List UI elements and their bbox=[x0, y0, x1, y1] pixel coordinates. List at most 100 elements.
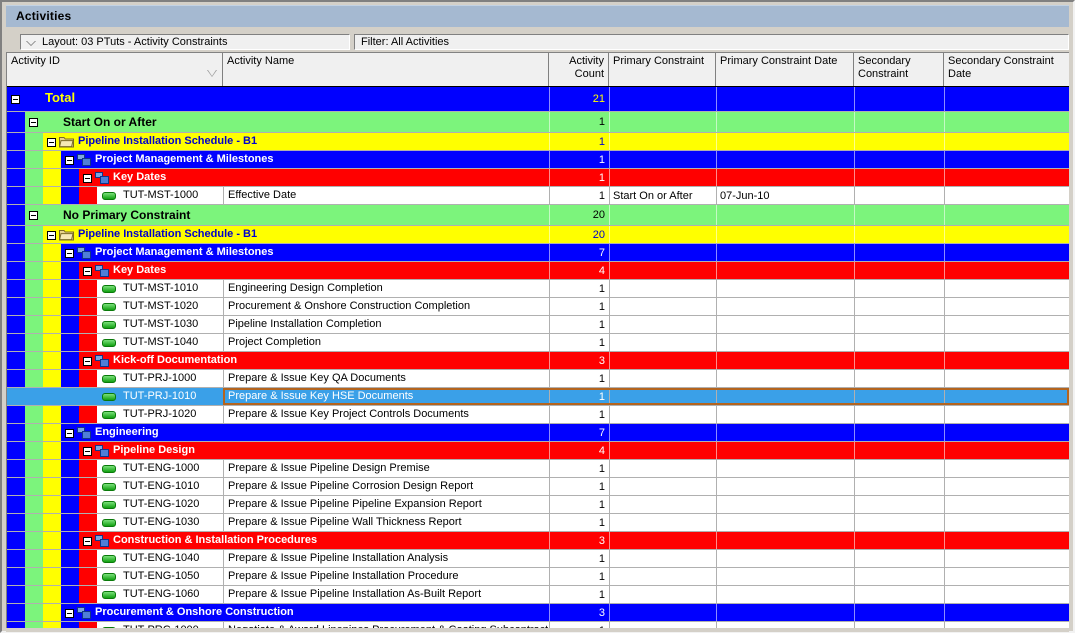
cell-divider bbox=[944, 586, 945, 603]
table-row[interactable]: TUT-MST-1040 Project Completion 1 bbox=[7, 334, 1069, 352]
cell-divider bbox=[944, 205, 945, 225]
table-row[interactable]: TUT-MST-1000 Effective Date 1 Start On or A… bbox=[7, 187, 1069, 205]
table-row[interactable]: TUT-MST-1030 Pipeline Installation Comple… bbox=[7, 316, 1069, 334]
indent-band bbox=[61, 334, 79, 351]
cell-divider bbox=[223, 406, 224, 423]
cell-divider bbox=[854, 151, 855, 168]
cell-divider bbox=[716, 442, 717, 459]
activity-id-value: TUT-PRJ-1020 bbox=[123, 408, 197, 420]
activity-count-value: 1 bbox=[598, 282, 605, 295]
filter-selector[interactable]: Filter: All Activities bbox=[354, 34, 1069, 50]
column-header-primary_constraint_date[interactable]: Primary Constraint Date bbox=[716, 53, 854, 86]
activity-id-value: TUT-ENG-1050 bbox=[123, 570, 200, 582]
collapse-expand-toggle[interactable] bbox=[83, 174, 92, 183]
group-row[interactable]: Key Dates 4 bbox=[7, 262, 1069, 280]
indent-band bbox=[61, 532, 79, 549]
group-row[interactable]: Key Dates 1 bbox=[7, 169, 1069, 187]
cell-divider bbox=[944, 568, 945, 585]
primary-constraint-value bbox=[613, 334, 715, 351]
cell-divider bbox=[854, 133, 855, 150]
column-header-activity_count[interactable]: Activity Count bbox=[549, 53, 609, 86]
activity-count-value: 1 bbox=[598, 408, 605, 421]
collapse-expand-toggle[interactable] bbox=[29, 211, 38, 220]
cell-divider bbox=[854, 87, 855, 111]
table-header-row: Activity ID Activity Name Activity Count Pr… bbox=[7, 53, 1069, 87]
table-row[interactable]: TUT-ENG-1050 Prepare & Issue Pipeline Ins… bbox=[7, 568, 1069, 586]
indent-band bbox=[61, 478, 79, 495]
primary-constraint-value bbox=[613, 550, 715, 567]
activity-id-value: TUT-MST-1040 bbox=[123, 336, 199, 348]
collapse-expand-toggle[interactable] bbox=[47, 138, 56, 147]
primary-constraint-date-value bbox=[720, 406, 853, 423]
activity-id-value: TUT-MST-1010 bbox=[123, 282, 199, 294]
group-row[interactable]: Total 21 bbox=[7, 87, 1069, 112]
layout-selector[interactable]: Layout: 03 PTuts - Activity Constraints bbox=[20, 34, 350, 50]
collapse-expand-toggle[interactable] bbox=[83, 537, 92, 546]
wbs-icon bbox=[95, 355, 109, 367]
cell-divider bbox=[944, 316, 945, 333]
sort-indicator-icon[interactable] bbox=[207, 70, 218, 78]
group-row[interactable]: Kick-off Documentation 3 bbox=[7, 352, 1069, 370]
table-row[interactable]: TUT-PRJ-1000 Prepare & Issue Key QA Docum… bbox=[7, 370, 1069, 388]
primary-constraint-date-value bbox=[720, 514, 853, 531]
cell-divider bbox=[609, 406, 610, 423]
collapse-expand-toggle[interactable] bbox=[47, 231, 56, 240]
indent-band bbox=[61, 316, 79, 333]
collapse-expand-toggle[interactable] bbox=[83, 447, 92, 456]
cell-divider bbox=[944, 550, 945, 567]
column-header-secondary_constraint_date[interactable]: Secondary Constraint Date bbox=[944, 53, 1069, 86]
indent-band bbox=[7, 334, 25, 351]
cell-divider bbox=[944, 226, 945, 243]
column-header-secondary_constraint[interactable]: Secondary Constraint bbox=[854, 53, 944, 86]
collapse-expand-toggle[interactable] bbox=[11, 95, 20, 104]
group-row[interactable]: Pipeline Installation Schedule - B1 1 bbox=[7, 133, 1069, 151]
activity-count-value: 7 bbox=[598, 246, 605, 259]
cell-divider bbox=[854, 532, 855, 549]
group-row[interactable]: Project Management & Milestones 7 bbox=[7, 244, 1069, 262]
activity-name-value: Project Completion bbox=[228, 336, 321, 348]
table-row[interactable]: TUT-ENG-1010 Prepare & Issue Pipeline Cor… bbox=[7, 478, 1069, 496]
group-row[interactable]: Pipeline Installation Schedule - B1 20 bbox=[7, 226, 1069, 244]
group-row[interactable]: Start On or After 1 bbox=[7, 112, 1069, 133]
group-row[interactable]: Construction & Installation Procedures 3 bbox=[7, 532, 1069, 550]
table-row[interactable]: TUT-PRJ-1020 Prepare & Issue Key Project … bbox=[7, 406, 1069, 424]
group-row[interactable]: Engineering 7 bbox=[7, 424, 1069, 442]
secondary-constraint-date-value bbox=[948, 568, 1069, 585]
table-row[interactable]: TUT-MST-1010 Engineering Design Completio… bbox=[7, 280, 1069, 298]
column-header-primary_constraint[interactable]: Primary Constraint bbox=[609, 53, 716, 86]
cell-divider bbox=[716, 370, 717, 387]
group-row[interactable]: Procurement & Onshore Construction 3 bbox=[7, 604, 1069, 622]
table-row[interactable]: TUT-PRJ-1010 Prepare & Issue Key HSE Docu… bbox=[7, 388, 1069, 406]
collapse-expand-toggle[interactable] bbox=[83, 267, 92, 276]
table-row[interactable]: TUT-ENG-1040 Prepare & Issue Pipeline Ins… bbox=[7, 550, 1069, 568]
collapse-expand-toggle[interactable] bbox=[65, 429, 74, 438]
collapse-expand-toggle[interactable] bbox=[29, 118, 38, 127]
cell-divider bbox=[223, 280, 224, 297]
indent-band bbox=[7, 604, 25, 621]
group-row[interactable]: Project Management & Milestones 1 bbox=[7, 151, 1069, 169]
cell-divider bbox=[854, 169, 855, 186]
table-row[interactable]: TUT-ENG-1030 Prepare & Issue Pipeline Wal… bbox=[7, 514, 1069, 532]
table-row[interactable]: TUT-ENG-1060 Prepare & Issue Pipeline Ins… bbox=[7, 586, 1069, 604]
primary-constraint-value bbox=[613, 496, 715, 513]
collapse-expand-toggle[interactable] bbox=[65, 609, 74, 618]
indent-band bbox=[25, 226, 43, 243]
indent-band bbox=[43, 478, 61, 495]
table-row[interactable]: TUT-MST-1020 Procurement & Onshore Constr… bbox=[7, 298, 1069, 316]
indent-band bbox=[25, 169, 43, 186]
primary-constraint-value bbox=[613, 460, 715, 477]
cell-divider bbox=[944, 478, 945, 495]
table-row[interactable]: TUT-ENG-1000 Prepare & Issue Pipeline Des… bbox=[7, 460, 1069, 478]
collapse-expand-toggle[interactable] bbox=[65, 249, 74, 258]
activity-bar-icon bbox=[102, 483, 116, 491]
collapse-expand-toggle[interactable] bbox=[83, 357, 92, 366]
column-header-activity_name[interactable]: Activity Name bbox=[223, 53, 549, 86]
column-header-activity_id[interactable]: Activity ID bbox=[7, 53, 223, 86]
collapse-expand-toggle[interactable] bbox=[65, 156, 74, 165]
group-row[interactable]: No Primary Constraint 20 bbox=[7, 205, 1069, 226]
table-row[interactable]: TUT-ENG-1020 Prepare & Issue Pipeline Pip… bbox=[7, 496, 1069, 514]
group-row[interactable]: Pipeline Design 4 bbox=[7, 442, 1069, 460]
primary-constraint-date-value bbox=[720, 388, 853, 405]
secondary-constraint-date-value bbox=[948, 460, 1069, 477]
indent-band bbox=[25, 262, 43, 279]
